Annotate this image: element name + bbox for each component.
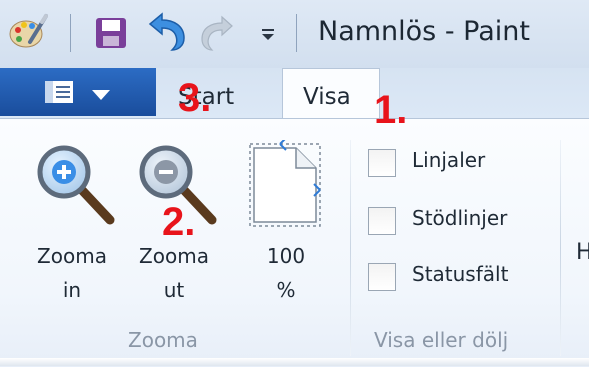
group-label-zooma: Zooma [128, 328, 198, 352]
paint-palette-icon[interactable] [8, 12, 48, 52]
zoom-100-label-line1: 100 [266, 244, 306, 268]
group-separator [350, 140, 351, 356]
chevron-down-icon [92, 90, 110, 100]
checkbox-box[interactable] [368, 263, 396, 291]
checkbox-box[interactable] [368, 207, 396, 235]
zoom-out-label-line2: ut [163, 278, 185, 302]
group-separator [560, 140, 561, 356]
annotation-2: 2. [162, 200, 196, 244]
checkbox-label[interactable]: Statusfält [412, 262, 508, 286]
checkbox-label[interactable]: Linjaler [412, 148, 485, 172]
file-menu-button[interactable] [0, 68, 156, 116]
truncated-button-label[interactable]: H [576, 240, 589, 265]
window-title: Namnlös - Paint [318, 16, 530, 47]
qat-separator [70, 14, 71, 52]
annotation-1: 1. [374, 88, 408, 132]
ribbon-bottom-edge [0, 358, 589, 366]
group-label-visa-eller-dolj: Visa eller dölj [374, 328, 509, 352]
magnifier-plus-icon [37, 145, 115, 225]
file-menu-icon [45, 81, 73, 103]
tab-visa-label[interactable]: Visa [303, 84, 351, 110]
undo-icon[interactable] [144, 12, 188, 52]
qat-separator [296, 14, 297, 52]
dropdown-arrow-icon[interactable] [258, 24, 278, 44]
zoom-in-label-line1: Zooma [37, 244, 107, 268]
checkbox-label[interactable]: Stödlinjer [412, 206, 507, 230]
page-actual-size-icon [249, 140, 321, 227]
zoom-100-label-line2: % [276, 278, 296, 302]
save-icon[interactable] [94, 16, 128, 50]
zoom-in-label-line2: in [62, 278, 82, 302]
checkbox-box[interactable] [368, 149, 396, 177]
redo-icon[interactable] [198, 14, 238, 52]
zoom-out-label-line1: Zooma [139, 244, 209, 268]
annotation-3: 3. [178, 76, 212, 120]
